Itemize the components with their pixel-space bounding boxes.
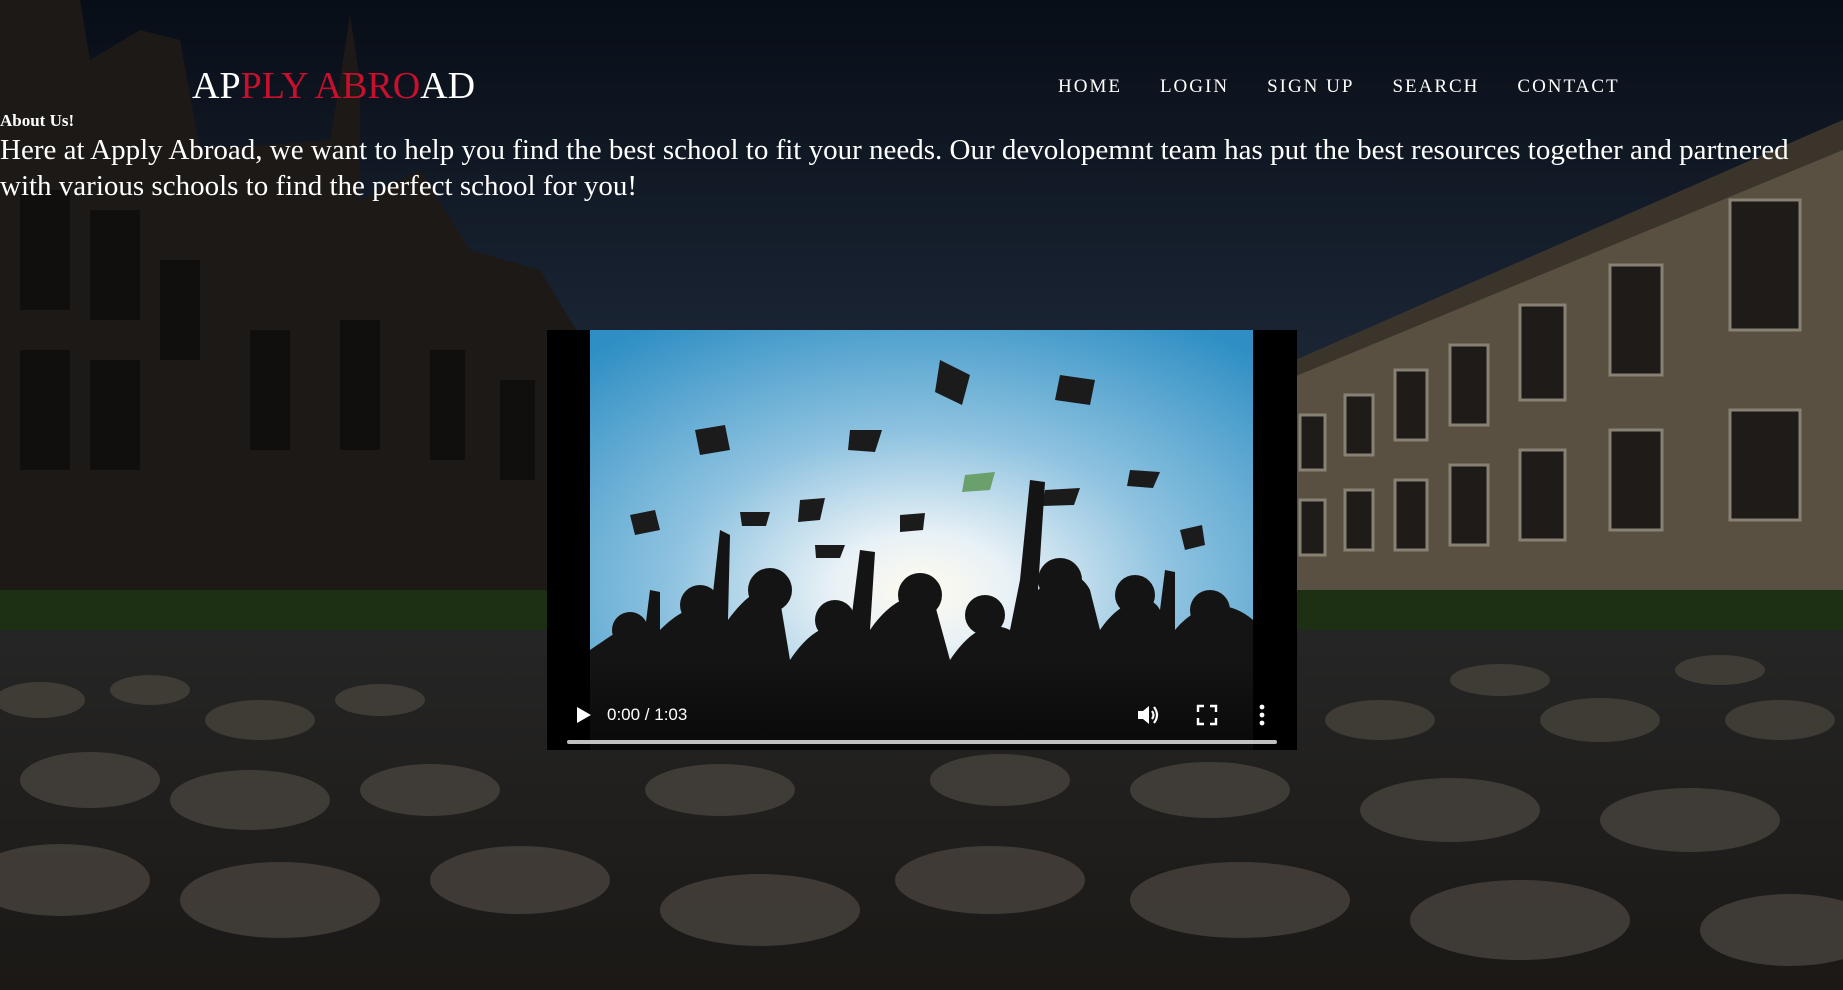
fullscreen-icon[interactable] <box>1195 703 1219 727</box>
logo-text-part2: PLY ABRO <box>240 65 421 107</box>
nav-contact-link[interactable]: CONTACT <box>1517 75 1619 99</box>
logo-text-part3: AD <box>420 65 476 107</box>
video-progress-bar[interactable] <box>567 740 1277 744</box>
video-time-display: 0:00 / 1:03 <box>607 705 688 724</box>
logo-text-part1: AP <box>192 65 241 107</box>
video-player[interactable]: 0:00 / 1:03 <box>547 330 1297 750</box>
play-icon[interactable] <box>572 704 594 726</box>
nav-search-link[interactable]: SEARCH <box>1392 75 1479 99</box>
site-logo[interactable]: APPLY ABROAD <box>192 64 475 108</box>
about-paragraph: Here at Apply Abroad, we want to help yo… <box>0 134 1789 202</box>
more-options-icon[interactable] <box>1255 702 1269 728</box>
volume-icon[interactable] <box>1135 702 1161 728</box>
about-heading: About Us! <box>0 111 75 130</box>
nav-home-link[interactable]: HOME <box>1058 75 1122 99</box>
video-controls: 0:00 / 1:03 <box>547 660 1297 750</box>
nav-signup-link[interactable]: SIGN UP <box>1267 75 1354 99</box>
nav-login-link[interactable]: LOGIN <box>1160 75 1229 99</box>
main-nav: HOME LOGIN SIGN UP SEARCH CONTACT <box>1058 75 1658 99</box>
